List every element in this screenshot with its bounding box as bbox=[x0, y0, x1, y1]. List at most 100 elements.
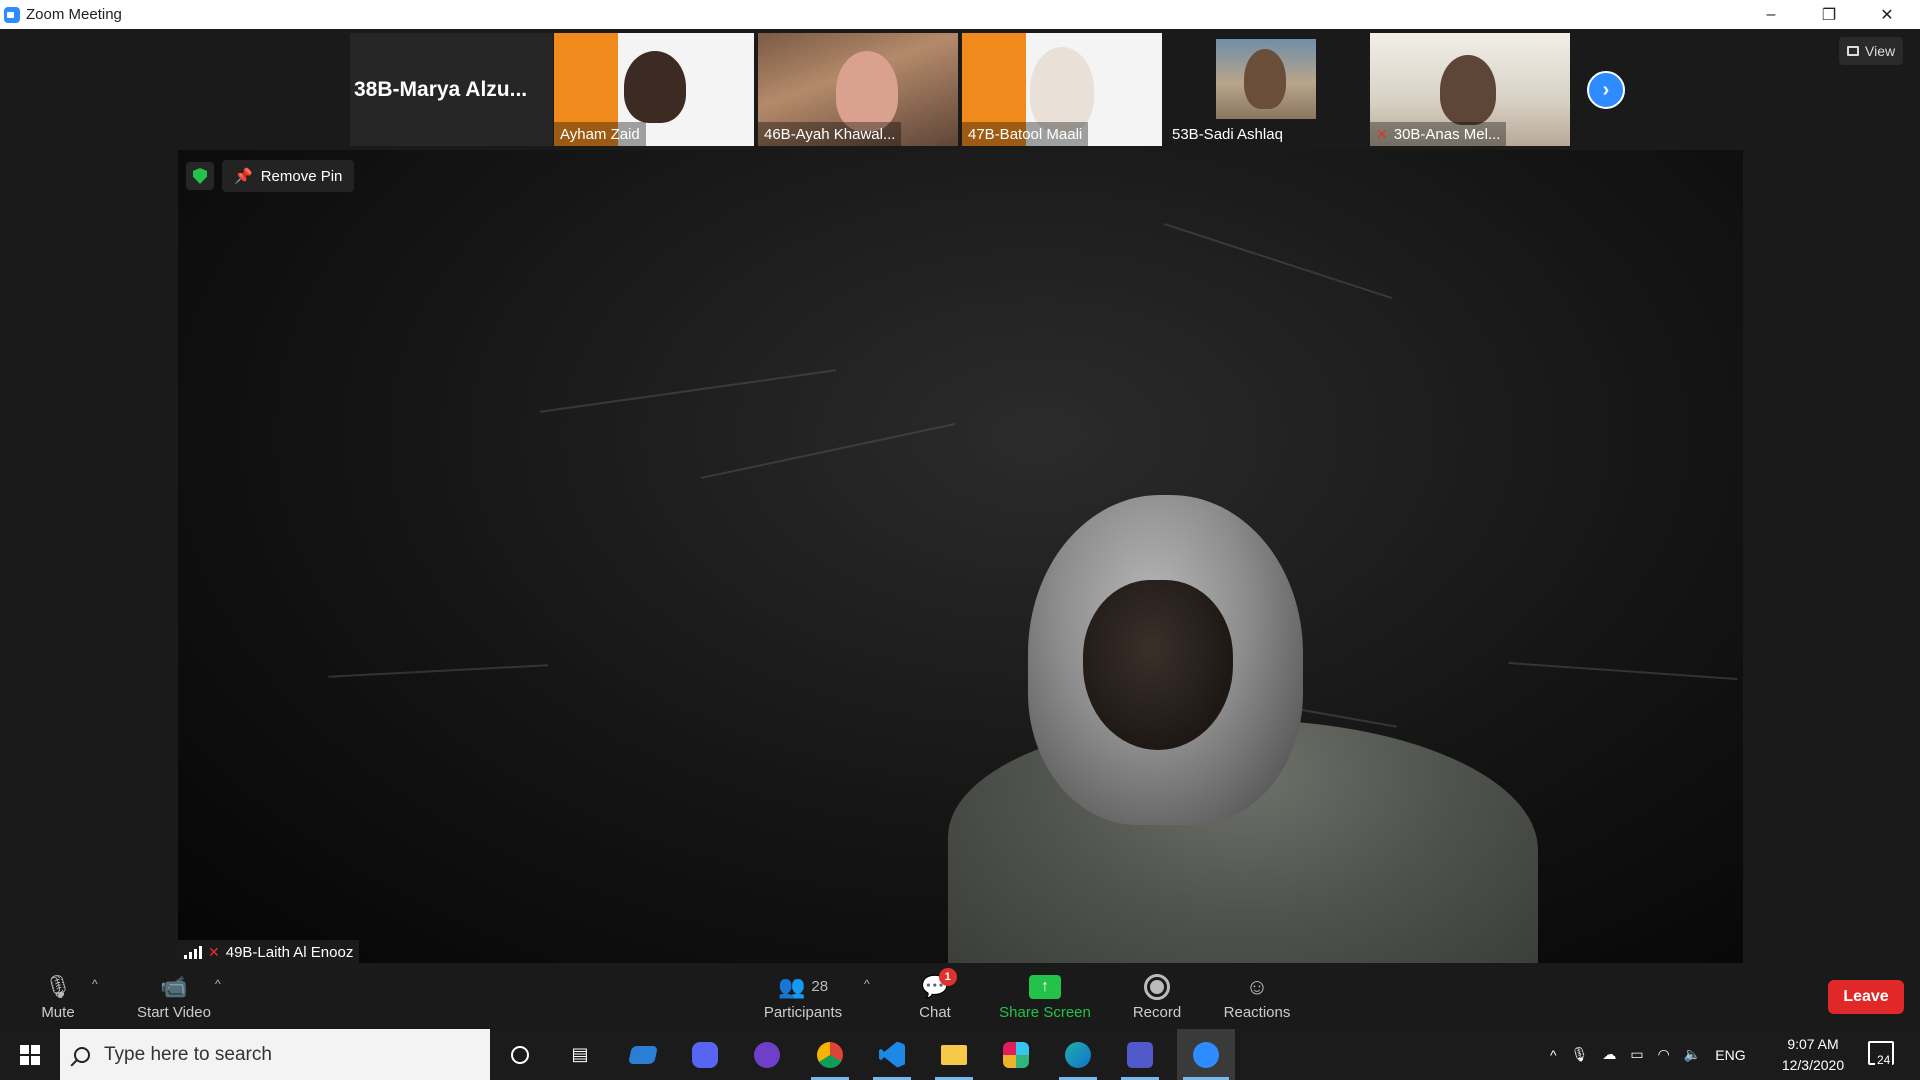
record-button[interactable]: Record bbox=[1120, 963, 1194, 1029]
meeting-toolbar: 🎙 Mute ^ 📹 Start Video ^ 👥 28 Participan… bbox=[0, 963, 1920, 1029]
share-screen-button[interactable]: ↑ Share Screen bbox=[992, 963, 1098, 1029]
volume-icon[interactable]: 🔈 bbox=[1684, 1046, 1701, 1063]
taskbar-app[interactable] bbox=[805, 1029, 855, 1080]
background-texture bbox=[328, 664, 548, 678]
background-texture bbox=[539, 369, 837, 413]
record-label: Record bbox=[1132, 1003, 1182, 1021]
taskbar-app[interactable] bbox=[867, 1029, 917, 1080]
battery-icon[interactable]: ▭ bbox=[1630, 1046, 1643, 1063]
taskbar-app[interactable] bbox=[680, 1029, 730, 1080]
mic-muted-icon: ✕ bbox=[208, 943, 220, 960]
github-desktop-icon bbox=[754, 1041, 780, 1068]
participant-thumbnail[interactable]: 47B-Batool Maali bbox=[962, 33, 1162, 146]
search-placeholder: Type here to search bbox=[104, 1043, 272, 1065]
participant-label: 53B-Sadi Ashlaq bbox=[1172, 125, 1283, 143]
chevron-right-icon: › bbox=[1602, 78, 1610, 101]
windows-taskbar: Type here to search ▤ ^ 🎙 ☁ ▭ ◠ 🔈 ENG 9:… bbox=[0, 1029, 1920, 1080]
cortana-button[interactable] bbox=[495, 1029, 545, 1080]
background-texture bbox=[1508, 661, 1738, 681]
notification-count: 24 bbox=[1875, 1053, 1893, 1067]
start-button[interactable] bbox=[0, 1029, 60, 1080]
leave-button[interactable]: Leave bbox=[1828, 980, 1904, 1014]
task-view-icon: ▤ bbox=[571, 1044, 589, 1064]
taskbar-app[interactable] bbox=[1115, 1029, 1165, 1080]
reactions-label: Reactions bbox=[1223, 1003, 1291, 1021]
signal-strength-icon bbox=[184, 945, 202, 959]
reactions-button[interactable]: ☺ Reactions bbox=[1218, 963, 1296, 1029]
mute-button[interactable]: 🎙 Mute bbox=[18, 963, 98, 1029]
file-explorer-icon bbox=[941, 1044, 967, 1065]
restore-button[interactable]: ❐ bbox=[1800, 0, 1858, 29]
participants-options-caret[interactable]: ^ bbox=[864, 977, 870, 991]
record-icon bbox=[1144, 972, 1170, 1002]
speaker-face bbox=[1083, 580, 1233, 750]
taskbar-app[interactable] bbox=[618, 1029, 668, 1080]
close-button[interactable]: ✕ bbox=[1858, 0, 1916, 29]
taskbar-app[interactable] bbox=[929, 1029, 979, 1080]
participant-thumbnail[interactable]: ✕ 30B-Anas Mel... bbox=[1370, 33, 1570, 146]
pin-icon: 📌 bbox=[234, 168, 253, 185]
participant-label: 47B-Batool Maali bbox=[962, 122, 1089, 146]
taskbar-clock[interactable]: 9:07 AM 12/3/2020 bbox=[1768, 1034, 1858, 1076]
meeting-stage: 38B-Marya Alzu... Ayham Zaid 46B-Ayah Kh… bbox=[0, 29, 1920, 964]
slack-icon bbox=[1003, 1041, 1029, 1068]
participant-label: 46B-Ayah Khawal... bbox=[758, 122, 902, 146]
zoom-app-icon bbox=[4, 6, 20, 23]
participants-button[interactable]: 👥 28 Participants bbox=[756, 963, 850, 1029]
windows-logo-icon bbox=[20, 1044, 40, 1065]
security-shield-icon[interactable] bbox=[186, 162, 214, 190]
participant-thumbnail[interactable]: 53B-Sadi Ashlaq bbox=[1166, 33, 1366, 146]
minimize-button[interactable]: – bbox=[1742, 0, 1800, 29]
share-screen-label: Share Screen bbox=[999, 1003, 1091, 1021]
microphone-tray-icon[interactable]: 🎙 bbox=[1571, 1046, 1589, 1063]
task-view-button[interactable]: ▤ bbox=[555, 1029, 605, 1080]
grid-icon bbox=[1847, 46, 1859, 56]
participant-video bbox=[836, 51, 898, 131]
share-screen-icon: ↑ bbox=[1029, 972, 1061, 1002]
background-texture bbox=[1163, 222, 1393, 300]
participant-thumbnail[interactable]: 46B-Ayah Khawal... bbox=[758, 33, 958, 146]
participant-label: Ayham Zaid bbox=[554, 122, 646, 146]
microphone-icon: 🎙 bbox=[44, 973, 72, 999]
language-indicator[interactable]: ENG bbox=[1715, 1047, 1745, 1063]
system-tray: ^ 🎙 ☁ ▭ ◠ 🔈 ENG bbox=[1550, 1029, 1746, 1080]
chrome-icon bbox=[817, 1041, 843, 1068]
chat-button[interactable]: 💬 1 Chat bbox=[900, 963, 970, 1029]
video-options-caret[interactable]: ^ bbox=[215, 977, 221, 991]
taskbar-app[interactable] bbox=[742, 1029, 792, 1080]
audio-options-caret[interactable]: ^ bbox=[92, 977, 98, 991]
taskbar-app[interactable] bbox=[991, 1029, 1041, 1080]
window-titlebar: Zoom Meeting – ❐ ✕ bbox=[0, 0, 1920, 29]
speaker-name-tag: ✕ 49B-Laith Al Enooz bbox=[178, 940, 360, 964]
mic-muted-icon: ✕ bbox=[1376, 125, 1388, 142]
participant-video bbox=[624, 51, 686, 123]
remove-pin-button[interactable]: 📌 Remove Pin bbox=[222, 160, 355, 192]
wifi-icon[interactable]: ◠ bbox=[1658, 1046, 1670, 1063]
chat-unread-badge: 1 bbox=[938, 967, 957, 986]
taskbar-app[interactable] bbox=[1177, 1029, 1235, 1080]
clock-date: 12/3/2020 bbox=[1781, 1057, 1845, 1073]
reactions-icon: ☺ bbox=[1245, 973, 1269, 999]
next-page-button[interactable]: › bbox=[1587, 71, 1625, 109]
edge-icon bbox=[1065, 1041, 1091, 1068]
pin-controls: 📌 Remove Pin bbox=[186, 160, 355, 192]
taskbar-app[interactable] bbox=[1053, 1029, 1103, 1080]
window-title: Zoom Meeting bbox=[26, 6, 122, 23]
participant-video bbox=[1440, 55, 1496, 125]
participants-count: 28 bbox=[811, 978, 829, 995]
onedrive-icon[interactable]: ☁ bbox=[1602, 1046, 1616, 1063]
taskbar-search[interactable]: Type here to search bbox=[60, 1029, 490, 1080]
participant-thumbnail[interactable]: Ayham Zaid bbox=[554, 33, 754, 146]
participant-figure bbox=[1244, 49, 1286, 109]
participant-label: ✕ 30B-Anas Mel... bbox=[1370, 122, 1507, 146]
participant-tile-name-only[interactable]: 38B-Marya Alzu... bbox=[350, 33, 553, 146]
view-label: View bbox=[1865, 43, 1896, 59]
clock-time: 9:07 AM bbox=[1787, 1036, 1839, 1052]
pinned-video[interactable]: 📌 Remove Pin ✕ 49B-Laith Al Enooz bbox=[178, 150, 1743, 964]
view-button[interactable]: View bbox=[1839, 37, 1904, 65]
participant-video bbox=[1030, 47, 1094, 133]
chevron-up-icon[interactable]: ^ bbox=[1550, 1047, 1557, 1063]
start-video-button[interactable]: 📹 Start Video bbox=[126, 963, 222, 1029]
cortana-icon bbox=[511, 1045, 529, 1064]
search-icon bbox=[74, 1046, 90, 1063]
